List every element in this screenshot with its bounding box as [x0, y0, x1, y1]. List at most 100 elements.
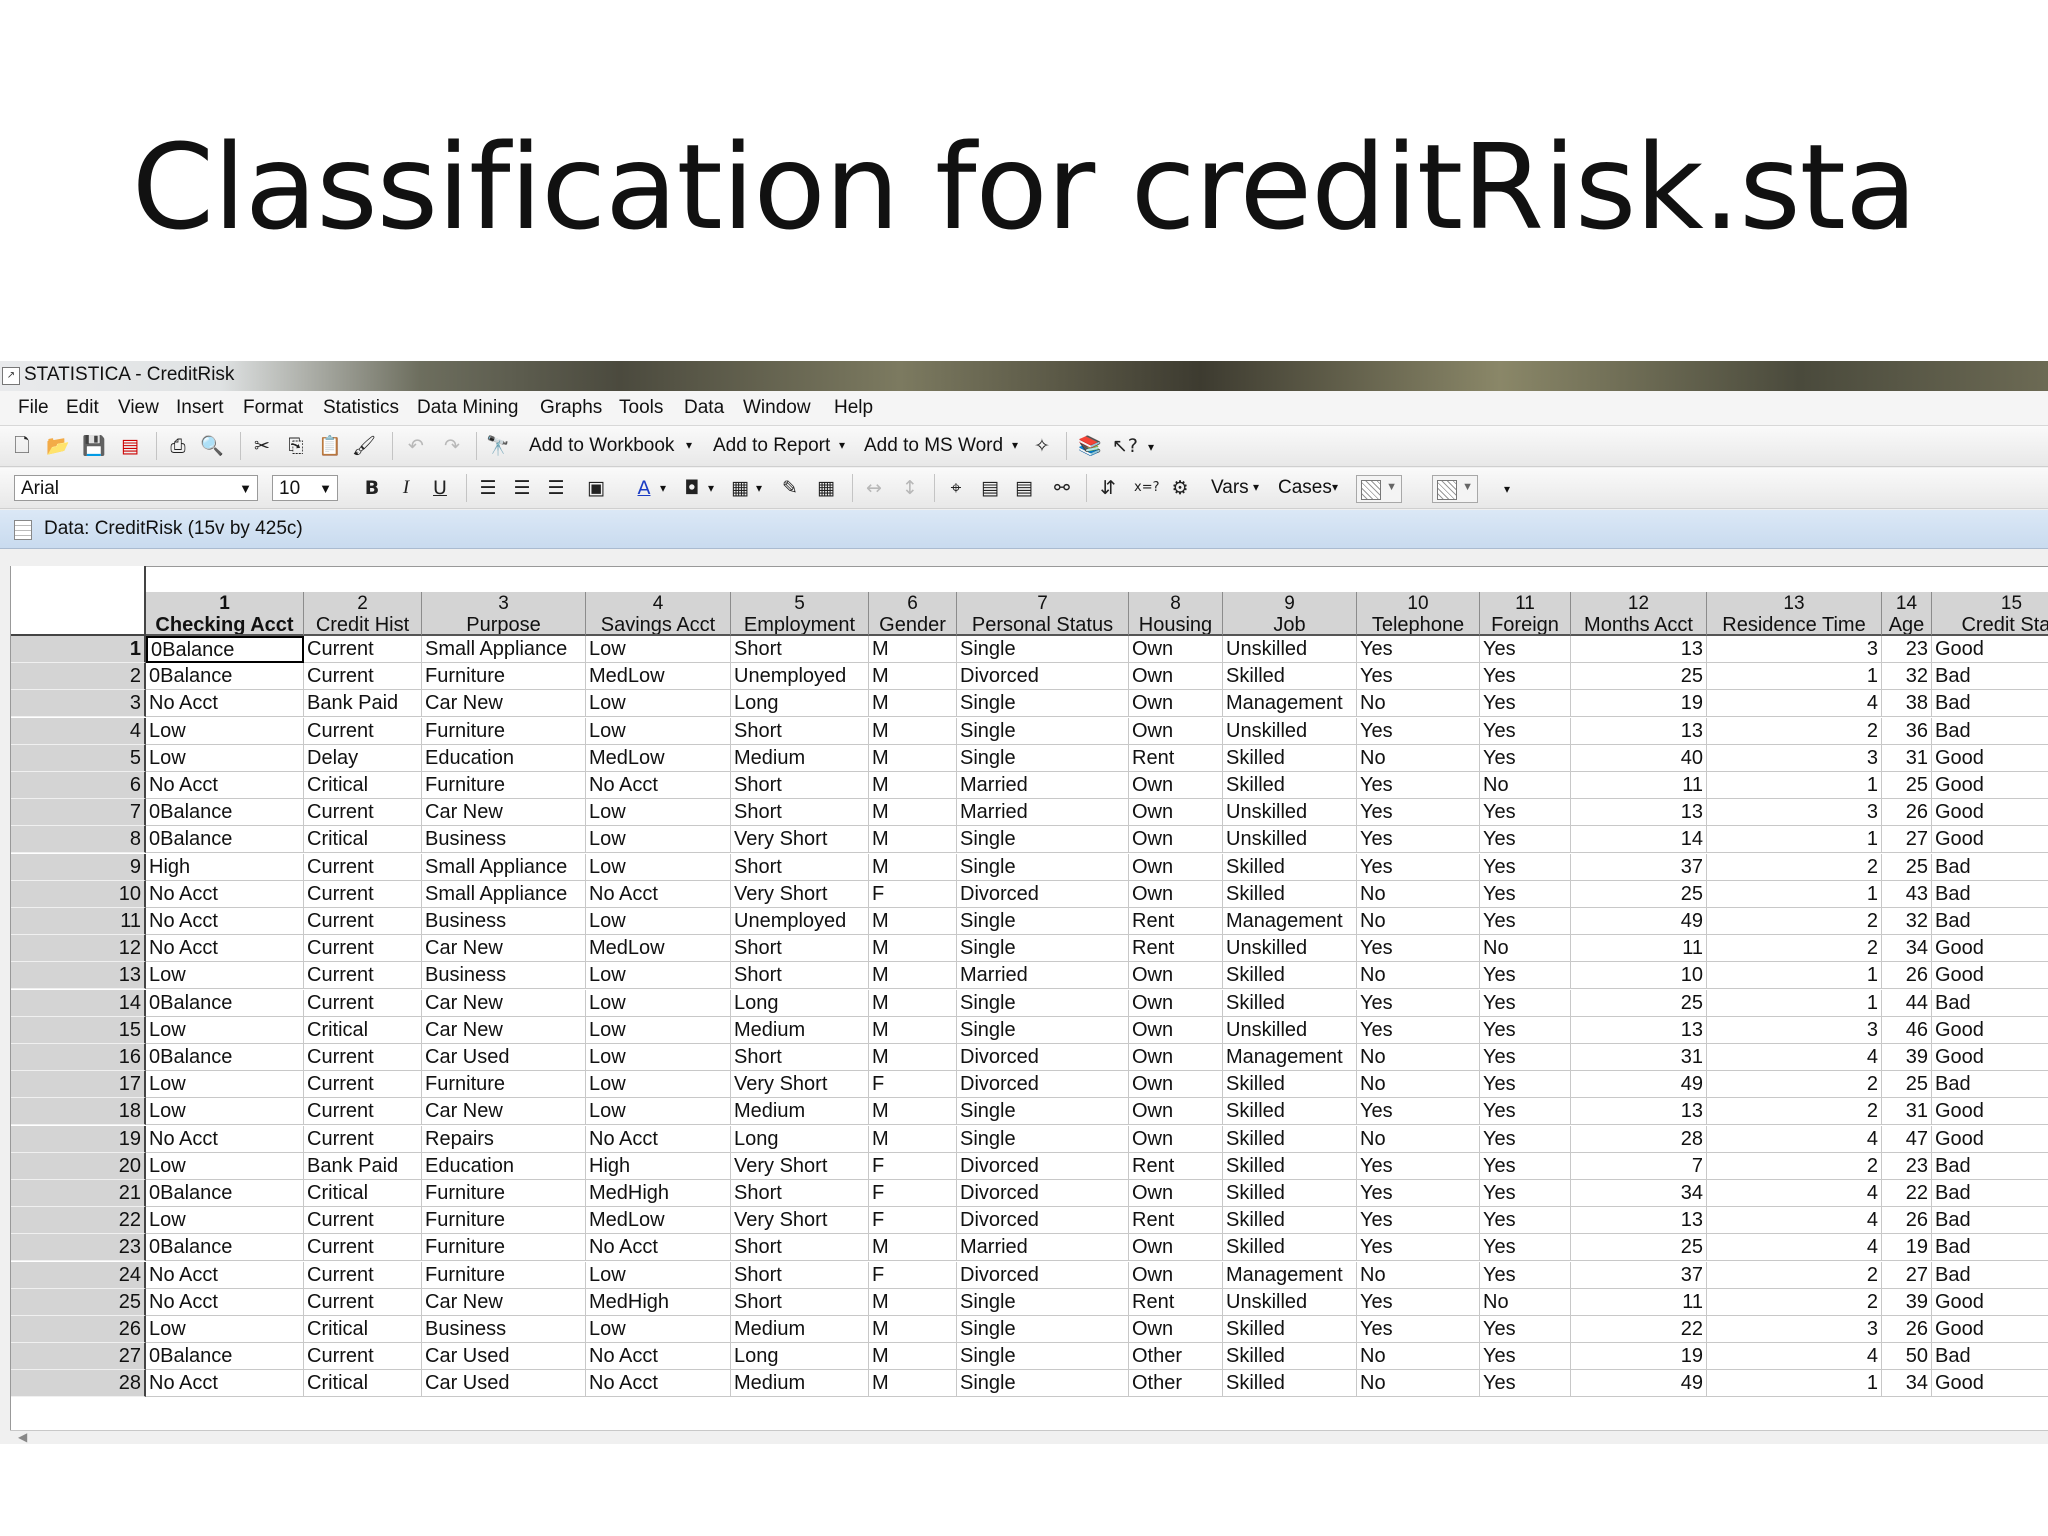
row-header[interactable]: 11 — [11, 908, 146, 935]
table-cell[interactable]: Good — [1932, 745, 2048, 772]
table-cell[interactable]: Yes — [1480, 1316, 1571, 1343]
table-cell[interactable]: Long — [731, 989, 869, 1017]
table-cell[interactable]: Unskilled — [1223, 1288, 1357, 1316]
table-cell[interactable]: No — [1480, 772, 1571, 799]
table-cell[interactable]: Yes — [1357, 636, 1480, 663]
bold-icon[interactable]: B — [360, 476, 384, 500]
table-cell[interactable]: Divorced — [957, 1180, 1129, 1207]
chevron-down-icon[interactable]: ▾ — [1253, 480, 1259, 494]
table-cell[interactable]: Own — [1129, 989, 1223, 1017]
table-cell[interactable]: 25 — [1571, 663, 1707, 691]
table-cell[interactable]: Low — [146, 1098, 304, 1126]
table-cell[interactable]: 25 — [1571, 1234, 1707, 1262]
menu-tools[interactable]: Tools — [619, 397, 663, 419]
table-cell[interactable]: Current — [304, 663, 422, 691]
table-cell[interactable]: Low — [586, 1071, 731, 1099]
table-cell[interactable]: 2 — [1707, 1071, 1882, 1099]
table-cell[interactable]: Low — [586, 1044, 731, 1071]
table-cell[interactable]: Low — [586, 853, 731, 881]
table-cell[interactable]: F — [869, 1152, 957, 1180]
table-cell[interactable]: Bad — [1932, 1153, 2048, 1180]
table-cell[interactable]: Current — [304, 962, 422, 990]
table-cell[interactable]: Unskilled — [1223, 935, 1357, 963]
chevron-down-icon[interactable]: ▾ — [756, 481, 762, 495]
menu-view[interactable]: View — [118, 397, 159, 419]
table-cell[interactable]: 13 — [1571, 1207, 1707, 1235]
table-cell[interactable]: 0Balance — [146, 1044, 304, 1071]
table-cell[interactable]: No Acct — [146, 935, 304, 963]
row-header[interactable]: 10 — [11, 880, 146, 908]
table-cell[interactable]: Furniture — [422, 1234, 586, 1262]
table-cell[interactable]: 23 — [1882, 636, 1932, 663]
vars-button[interactable]: Vars — [1211, 477, 1249, 499]
table-cell[interactable]: 4 — [1707, 1207, 1882, 1235]
table-cell[interactable]: No — [1480, 935, 1571, 963]
table-cell[interactable]: Car Used — [422, 1343, 586, 1371]
table-cell[interactable]: Single — [957, 717, 1129, 745]
borders-icon[interactable]: ▦ — [728, 476, 752, 500]
table-cell[interactable]: Skilled — [1223, 663, 1357, 691]
table-cell[interactable]: Divorced — [957, 1207, 1129, 1235]
table-cell[interactable]: M — [869, 1288, 957, 1316]
table-cell[interactable]: Small Appliance — [422, 636, 586, 663]
table-cell[interactable]: 39 — [1882, 1288, 1932, 1316]
column-header[interactable]: 7 Personal Status — [957, 592, 1129, 636]
row-header[interactable]: 13 — [11, 962, 146, 990]
table-cell[interactable]: F — [869, 1180, 957, 1207]
table-cell[interactable]: No Acct — [146, 880, 304, 908]
table-cell[interactable]: Low — [586, 636, 731, 663]
table-cell[interactable]: Current — [304, 1234, 422, 1262]
table-cell[interactable]: 46 — [1882, 1016, 1932, 1044]
table-cell[interactable]: Single — [957, 1343, 1129, 1371]
table-cell[interactable]: Yes — [1480, 962, 1571, 990]
table-cell[interactable]: Own — [1129, 1180, 1223, 1207]
table-cell[interactable]: 1 — [1707, 989, 1882, 1017]
table-cell[interactable]: Low — [146, 1316, 304, 1343]
table-cell[interactable]: 31 — [1571, 1044, 1707, 1071]
table-cell[interactable]: Own — [1129, 1044, 1223, 1071]
magic-wand-icon[interactable]: ✧ — [1030, 434, 1054, 458]
insert-rows-icon[interactable]: ↕ — [898, 476, 922, 500]
chevron-down-icon[interactable]: ▾ — [1332, 480, 1338, 494]
table-cell[interactable]: Small Appliance — [422, 880, 586, 908]
table-cell[interactable]: MedHigh — [586, 1288, 731, 1316]
table-cell[interactable]: 44 — [1882, 989, 1932, 1017]
table-cell[interactable]: Short — [731, 636, 869, 663]
column-header[interactable]: 11 Foreign — [1480, 592, 1571, 636]
table-cell[interactable]: Good — [1932, 1017, 2048, 1044]
table-cell[interactable]: 3 — [1707, 744, 1882, 772]
table-cell[interactable]: Current — [304, 1261, 422, 1289]
undo-icon[interactable]: ↶ — [404, 434, 428, 458]
table-cell[interactable]: Single — [957, 1316, 1129, 1343]
table-cell[interactable]: M — [869, 1370, 957, 1398]
table-cell[interactable]: Car New — [422, 1098, 586, 1126]
table-cell[interactable]: Skilled — [1223, 772, 1357, 799]
table-cell[interactable]: 19 — [1571, 690, 1707, 718]
sort-icon[interactable]: ⇵ — [1096, 476, 1120, 500]
recode-icon[interactable]: x=? — [1134, 476, 1160, 500]
table-cell[interactable]: M — [869, 1016, 957, 1044]
column-header[interactable]: 9 Job — [1223, 592, 1357, 636]
table-cell[interactable]: Unskilled — [1223, 799, 1357, 827]
table-cell[interactable]: Short — [731, 1044, 869, 1071]
table-cell[interactable]: 4 — [1707, 1234, 1882, 1262]
table-cell[interactable]: 1 — [1707, 663, 1882, 691]
table-cell[interactable]: Rent — [1129, 744, 1223, 772]
table-cell[interactable]: 11 — [1571, 1288, 1707, 1316]
table-cell[interactable]: MedLow — [586, 1207, 731, 1235]
table-cell[interactable]: Car New — [422, 1288, 586, 1316]
table-cell[interactable]: Repairs — [422, 1125, 586, 1153]
table-cell[interactable]: Yes — [1480, 880, 1571, 908]
table-cell[interactable]: Bad — [1932, 908, 2048, 935]
row-header[interactable]: 14 — [11, 989, 146, 1017]
table-cell[interactable]: Bad — [1932, 1207, 2048, 1235]
table-cell[interactable]: No Acct — [146, 1125, 304, 1153]
table-cell[interactable]: MedLow — [586, 744, 731, 772]
table-cell[interactable]: Yes — [1480, 1044, 1571, 1071]
chevron-down-icon[interactable]: ▾ — [839, 438, 845, 452]
table-cell[interactable]: Good — [1932, 1370, 2048, 1398]
table-cell[interactable]: Yes — [1480, 1207, 1571, 1235]
table-cell[interactable]: Married — [957, 772, 1129, 799]
table-cell[interactable]: Furniture — [422, 1071, 586, 1099]
table-cell[interactable]: Single — [957, 1288, 1129, 1316]
